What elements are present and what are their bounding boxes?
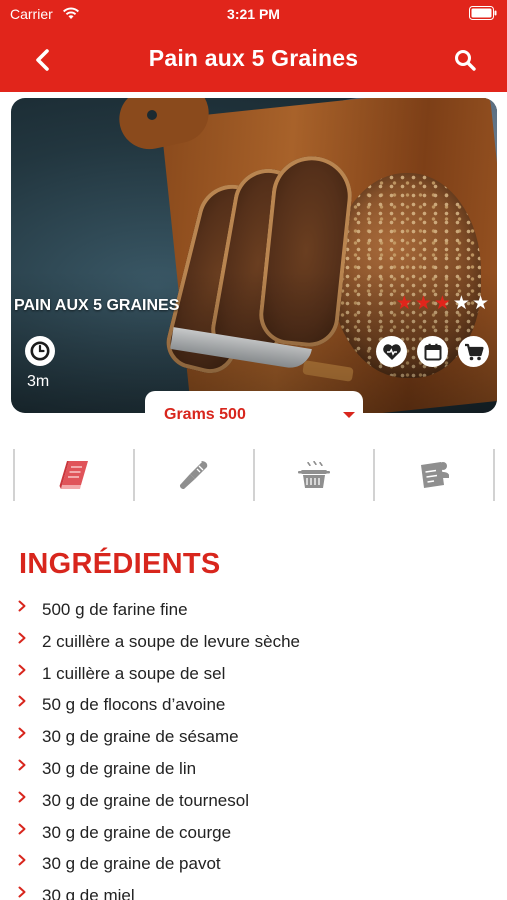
ingredient-text: 30 g de miel (42, 886, 135, 900)
ingredient-text: 50 g de flocons d’avoine (42, 695, 226, 715)
ingredients-list: 500 g de farine fine 2 cuillère a soupe d… (0, 595, 507, 900)
status-time: 3:21 PM (227, 6, 280, 22)
star-empty-icon[interactable]: ★ (472, 294, 489, 314)
ingredient-item: 30 g de miel (0, 881, 507, 900)
shopping-cart-icon (464, 343, 484, 360)
ingredient-text: 500 g de farine fine (42, 600, 188, 619)
notes-icon (421, 462, 449, 488)
tab-notes[interactable] (375, 449, 493, 501)
whisk-icon (179, 461, 208, 490)
clock-icon (25, 336, 55, 366)
ingredient-item: 1 cuillère a soupe de sel (0, 659, 507, 691)
chevron-right-icon (18, 791, 26, 803)
page-title: Pain aux 5 Graines (148, 45, 359, 71)
ingredient-item: 30 g de graine de lin (0, 754, 507, 786)
chevron-right-icon (18, 854, 26, 866)
ingredient-item: 50 g de flocons d’avoine (0, 690, 507, 722)
ingredient-text: 30 g de graine de sésame (42, 727, 239, 747)
recipe-tabs (13, 449, 495, 501)
star-filled-icon[interactable]: ★ (415, 294, 432, 314)
add-to-cart-button[interactable] (458, 336, 489, 367)
hero-actions (376, 336, 489, 367)
chevron-right-icon (18, 695, 26, 707)
ingredient-item: 500 g de farine fine (0, 595, 507, 627)
ingredient-text: 2 cuillère a soupe de levure sèche (42, 631, 300, 651)
ingredient-item: 30 g de graine de tournesol (0, 786, 507, 818)
ingredient-item: 30 g de graine de pavot (0, 849, 507, 881)
search-icon (455, 50, 476, 71)
tab-divider (493, 449, 495, 501)
ingredient-text: 30 g de graine de pavot (42, 854, 221, 874)
heart-icon (382, 343, 401, 360)
app-header: Carrier 3:21 PM Pain aux 5 Graines (0, 0, 507, 92)
chevron-right-icon (18, 600, 26, 612)
chevron-right-icon (18, 759, 26, 771)
recipe-hero-card: PAIN AUX 5 GRAINES ★ ★ ★ ★ ★ 3m (11, 98, 497, 413)
status-bar: Carrier 3:21 PM (0, 0, 507, 28)
chevron-right-icon (18, 632, 26, 644)
prep-time: 3m (27, 373, 50, 390)
chevron-right-icon (18, 727, 26, 739)
chevron-right-icon (18, 664, 26, 676)
search-button[interactable] (445, 42, 485, 78)
tab-ingredients[interactable] (15, 449, 133, 501)
chevron-right-icon (18, 886, 26, 898)
ingredient-item: 30 g de graine de sésame (0, 722, 507, 754)
ingredient-text: 1 cuillère a soupe de sel (42, 663, 226, 683)
ingredient-text: 30 g de graine de lin (42, 758, 197, 778)
ingredient-item: 30 g de graine de courge (0, 818, 507, 850)
star-rating[interactable]: ★ ★ ★ ★ ★ (396, 294, 489, 314)
ingredient-text: 30 g de graine de courge (42, 822, 232, 842)
navigation-bar: Pain aux 5 Graines (0, 28, 507, 92)
ingredient-item: 2 cuillère a soupe de levure sèche (0, 627, 507, 659)
star-filled-icon[interactable]: ★ (396, 294, 413, 314)
book-icon (59, 461, 88, 489)
ingredient-text: 30 g de graine de tournesol (42, 790, 249, 810)
tab-preparation[interactable] (135, 449, 253, 501)
battery-icon (469, 6, 497, 20)
calendar-button[interactable] (417, 336, 448, 367)
chevron-right-icon (18, 823, 26, 835)
recipe-title: PAIN AUX 5 GRAINES (14, 297, 180, 314)
star-filled-icon[interactable]: ★ (434, 294, 451, 314)
ingredients-title: INGRÉDIENTS (19, 548, 221, 580)
quantity-select[interactable]: Grams 500 (145, 391, 363, 437)
caret-down-icon (343, 412, 355, 418)
cooking-pot-icon (298, 460, 330, 488)
tab-cooking[interactable] (255, 449, 373, 501)
favorite-button[interactable] (376, 336, 407, 367)
star-empty-icon[interactable]: ★ (453, 294, 470, 314)
quantity-value: Grams 500 (164, 406, 246, 423)
calendar-icon (424, 343, 441, 360)
